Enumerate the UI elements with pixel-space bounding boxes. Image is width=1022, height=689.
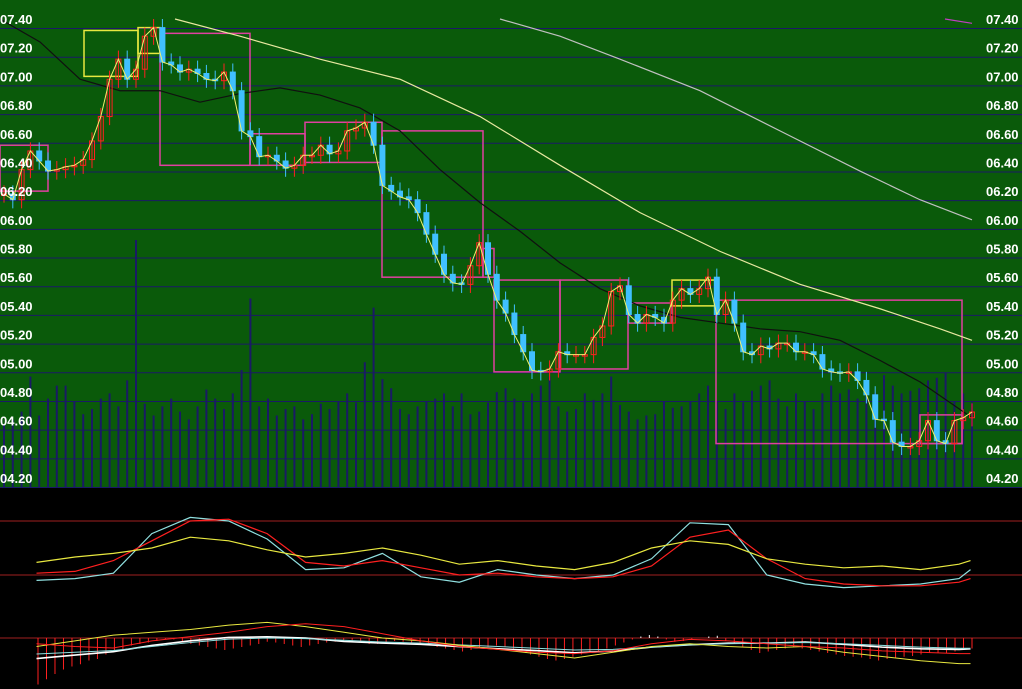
y-tick-label-right: 04.40 [986, 442, 1019, 457]
y-tick-label-left: 06.80 [0, 98, 33, 113]
y-tick-label-left: 05.20 [0, 328, 33, 343]
y-tick-label-left: 04.80 [0, 385, 33, 400]
y-tick-label-right: 07.00 [986, 69, 1019, 84]
y-tick-label-left: 06.00 [0, 213, 33, 228]
price-panel-background [0, 0, 1022, 487]
y-tick-label-right: 06.00 [986, 213, 1019, 228]
y-tick-label-left: 06.60 [0, 127, 33, 142]
y-tick-label-right: 06.20 [986, 184, 1019, 199]
y-tick-label-right: 04.20 [986, 471, 1019, 486]
y-tick-label-left: 07.40 [0, 12, 33, 27]
y-tick-label-left: 05.60 [0, 270, 33, 285]
y-tick-label-right: 05.60 [986, 270, 1019, 285]
y-tick-label-left: 05.00 [0, 356, 33, 371]
y-tick-label-right: 06.60 [986, 127, 1019, 142]
y-tick-label-right: 05.40 [986, 299, 1019, 314]
y-tick-label-right: 04.60 [986, 414, 1019, 429]
y-tick-label-left: 07.20 [0, 41, 33, 56]
stock-chart: 07.40 07.20 07.00 06.80 06.60 06.40 06.20 06.00… [0, 0, 1022, 689]
y-tick-label-left: 05.80 [0, 242, 33, 257]
y-axis-left: 07.40 07.20 07.00 06.80 06.60 06.40 06.20 06.00… [0, 12, 33, 486]
y-tick-label-left: 04.60 [0, 414, 33, 429]
y-tick-label-right: 05.00 [986, 356, 1019, 371]
y-tick-label-right: 05.80 [986, 242, 1019, 257]
y-tick-label-right: 06.40 [986, 155, 1019, 170]
y-tick-label-right: 06.80 [986, 98, 1019, 113]
y-tick-label-right: 07.20 [986, 41, 1019, 56]
y-tick-label-left: 07.00 [0, 69, 33, 84]
y-tick-label-left: 04.20 [0, 471, 33, 486]
y-tick-label-left: 05.40 [0, 299, 33, 314]
y-tick-label-right: 04.80 [986, 385, 1019, 400]
y-tick-label-right: 07.40 [986, 12, 1019, 27]
y-tick-label-left: 04.40 [0, 442, 33, 457]
y-tick-label-right: 05.20 [986, 328, 1019, 343]
y-tick-label-left: 06.40 [0, 155, 33, 170]
y-axis-right: 07.40 07.20 07.00 06.80 06.60 06.40 06.20 06.00… [986, 12, 1019, 486]
y-tick-label-left: 06.20 [0, 184, 33, 199]
